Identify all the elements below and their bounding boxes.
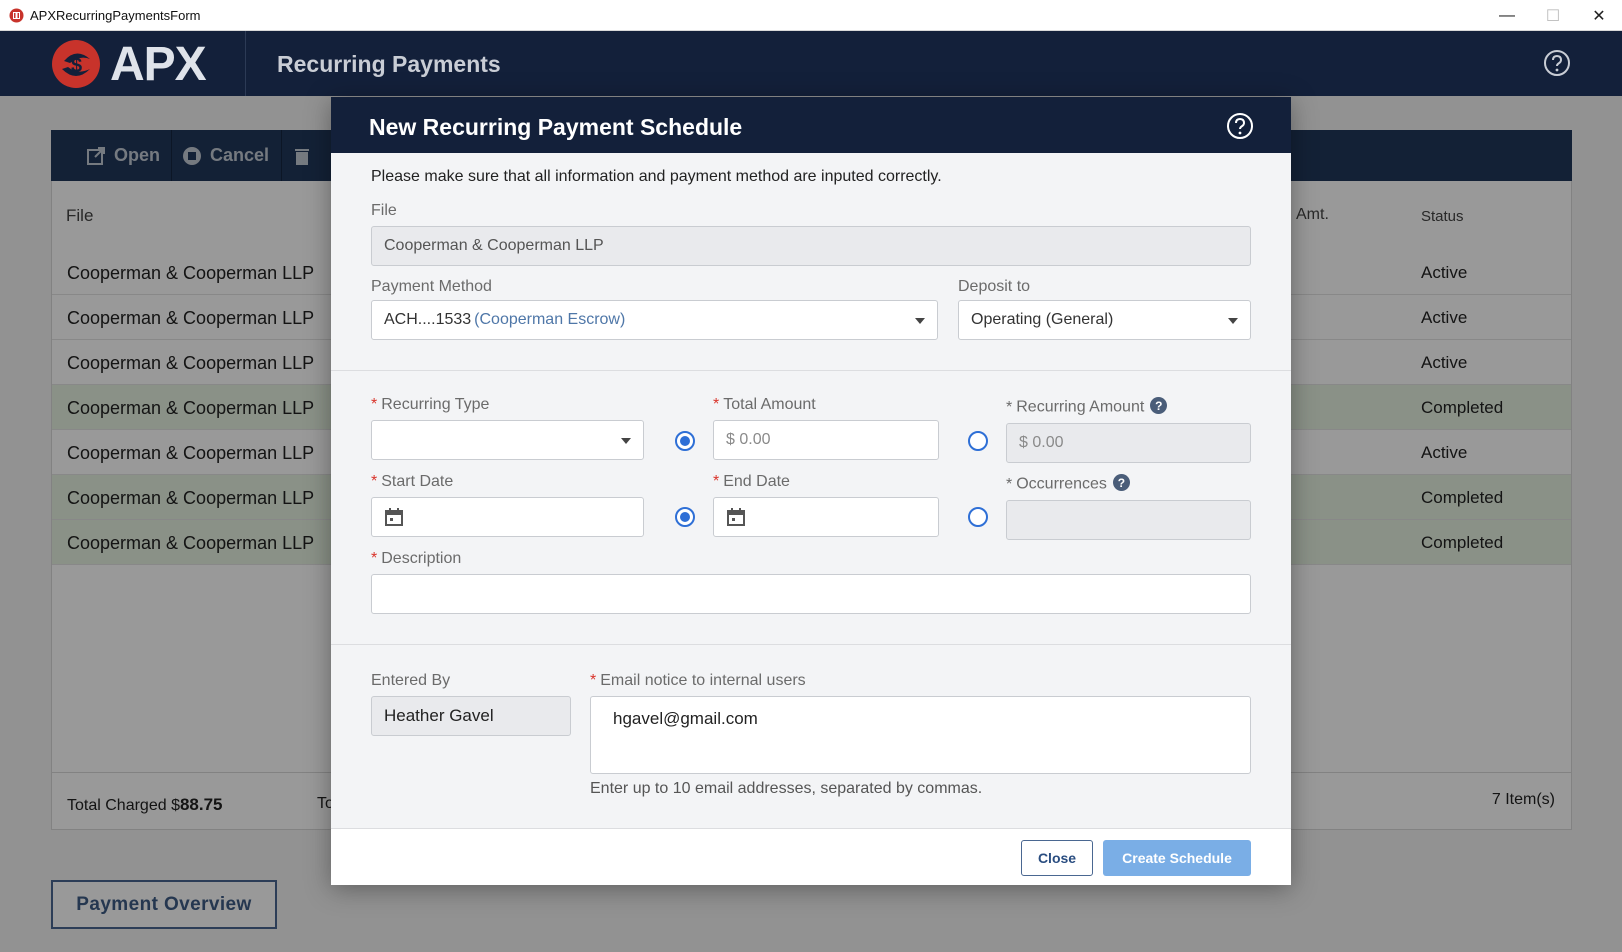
email-notice-value: hgavel@gmail.com [613, 709, 758, 728]
email-notice-textarea[interactable]: hgavel@gmail.com [590, 696, 1251, 774]
required-mark: * [371, 550, 378, 567]
end-date-label: * End Date [713, 473, 790, 491]
maximize-button[interactable]: ☐ [1530, 0, 1576, 31]
payment-method-note: (Cooperman Escrow) [474, 311, 626, 328]
recurring-amount-input: $ 0.00 [1006, 423, 1251, 463]
occurrences-radio[interactable] [968, 507, 988, 527]
end-date-radio[interactable] [675, 507, 695, 527]
email-hint: Enter up to 10 email addresses, separate… [590, 780, 983, 797]
app-header: $ APX Recurring Payments [0, 31, 1622, 96]
required-mark: * [371, 473, 378, 490]
description-label: * Description [371, 550, 461, 568]
required-mark: * [590, 672, 597, 689]
header-divider [245, 31, 246, 96]
required-mark: * [1006, 398, 1013, 416]
minimize-button[interactable]: — [1484, 0, 1530, 31]
start-date-label: * Start Date [371, 473, 453, 491]
svg-text:$: $ [71, 55, 82, 77]
new-schedule-modal: New Recurring Payment Schedule Please ma… [331, 97, 1291, 885]
recurring-type-label-text: Recurring Type [381, 396, 490, 413]
chevron-down-icon [1228, 318, 1238, 324]
window-titlebar: APXRecurringPaymentsForm — ☐ ✕ [0, 0, 1622, 31]
question-circle-icon[interactable] [1226, 112, 1254, 140]
payment-method-value: ACH....1533 [384, 311, 472, 328]
logo-text: APX [110, 38, 207, 91]
start-date-label-text: Start Date [381, 473, 454, 490]
section-divider [331, 644, 1291, 645]
start-date-input[interactable] [371, 497, 644, 537]
required-mark: * [1006, 475, 1013, 493]
end-date-label-text: End Date [723, 473, 790, 490]
close-button[interactable]: Close [1021, 840, 1093, 876]
email-notice-label-text: Email notice to internal users [600, 672, 806, 689]
required-mark: * [371, 396, 378, 413]
total-amount-placeholder: $ 0.00 [726, 431, 771, 448]
end-date-input[interactable] [713, 497, 939, 537]
section-divider [331, 370, 1291, 371]
deposit-to-value: Operating (General) [971, 311, 1114, 328]
required-mark: * [713, 473, 720, 490]
close-window-button[interactable]: ✕ [1576, 0, 1622, 31]
minimize-icon: — [1499, 6, 1515, 24]
payment-method-select[interactable]: ACH....1533 (Cooperman Escrow) [371, 300, 938, 340]
occurrences-label: * Occurrences? [1006, 474, 1130, 494]
description-label-text: Description [381, 550, 462, 567]
calendar-icon[interactable] [384, 507, 404, 527]
recurring-type-select[interactable] [371, 420, 644, 460]
recurring-amount-label: * Recurring Amount? [1006, 397, 1168, 417]
total-amount-radio[interactable] [675, 431, 695, 451]
deposit-to-select[interactable]: Operating (General) [958, 300, 1251, 340]
modal-intro: Please make sure that all information an… [371, 168, 942, 185]
file-value: Cooperman & Cooperman LLP [384, 237, 604, 254]
payment-method-label: Payment Method [371, 278, 492, 295]
recurring-amount-label-text: Recurring Amount [1016, 398, 1145, 416]
app-icon [9, 8, 24, 23]
modal-title: New Recurring Payment Schedule [369, 114, 743, 140]
question-circle-icon[interactable] [1543, 49, 1571, 77]
entered-by-value: Heather Gavel [384, 706, 494, 725]
file-label: File [371, 202, 397, 219]
calendar-icon[interactable] [726, 507, 746, 527]
description-input[interactable] [371, 574, 1251, 614]
chevron-down-icon [621, 438, 631, 444]
page-title: Recurring Payments [277, 51, 501, 77]
file-field: Cooperman & Cooperman LLP [371, 226, 1251, 266]
maximize-icon: ☐ [1545, 7, 1561, 25]
window-title: APXRecurringPaymentsForm [30, 8, 201, 23]
occurrences-label-text: Occurrences [1016, 475, 1107, 493]
recurring-type-label: * Recurring Type [371, 396, 489, 414]
close-icon: ✕ [1592, 7, 1606, 25]
email-notice-label: * Email notice to internal users [590, 672, 806, 690]
total-amount-label-text: Total Amount [723, 396, 816, 413]
chevron-down-icon [915, 318, 925, 324]
entered-by-label: Entered By [371, 672, 451, 689]
required-mark: * [713, 396, 720, 413]
modal-footer: Close Create Schedule [331, 828, 1291, 885]
total-amount-label: * Total Amount [713, 396, 816, 414]
total-amount-input[interactable]: $ 0.00 [713, 420, 939, 460]
help-icon[interactable]: ? [1150, 397, 1168, 414]
modal-header: New Recurring Payment Schedule [331, 97, 1291, 153]
help-icon[interactable]: ? [1112, 474, 1130, 491]
deposit-to-label: Deposit to [958, 278, 1031, 295]
apx-logo: $ APX [50, 38, 230, 91]
create-schedule-button[interactable]: Create Schedule [1103, 840, 1251, 876]
recurring-amount-placeholder: $ 0.00 [1019, 434, 1064, 451]
occurrences-input [1006, 500, 1251, 540]
recurring-amount-radio[interactable] [968, 431, 988, 451]
entered-by-field: Heather Gavel [371, 696, 571, 736]
